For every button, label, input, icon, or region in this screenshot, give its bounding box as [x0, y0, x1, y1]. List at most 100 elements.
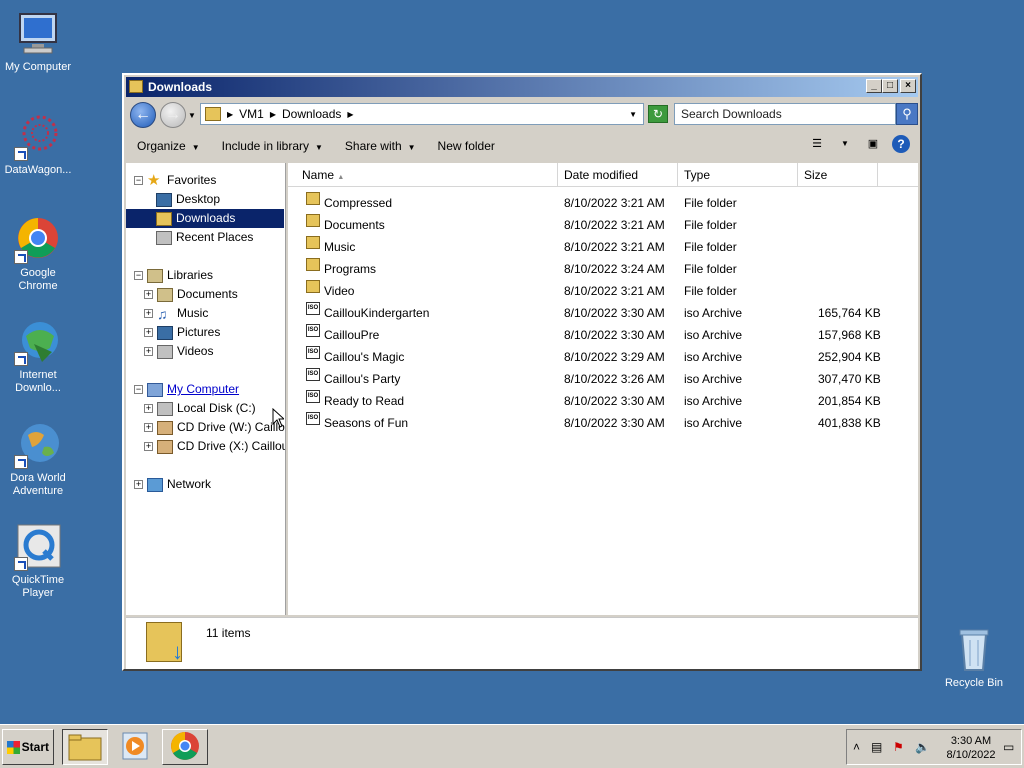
title-bar[interactable]: Downloads _ □ × [126, 77, 918, 97]
file-row[interactable]: Documents 8/10/2022 3:21 AM File folder [288, 214, 918, 236]
chevron-right-icon[interactable]: ▶ [227, 110, 233, 119]
downloads-folder-icon [156, 211, 172, 226]
forward-button[interactable]: → [160, 102, 186, 128]
nav-videos[interactable]: + Videos [144, 342, 213, 361]
nav-music[interactable]: + ♫ Music [144, 304, 208, 323]
iso-file-icon: ISO [306, 390, 320, 403]
address-dropdown-icon[interactable]: ▼ [629, 110, 637, 119]
chrome-icon [171, 732, 199, 760]
recent-pages-dropdown-icon[interactable]: ▼ [188, 111, 196, 120]
desktop-icon-quicktime-player[interactable]: QuickTime Player [0, 523, 76, 600]
file-row[interactable]: ISO CaillouPre 8/10/2022 3:30 AM iso Archiv… [288, 324, 918, 346]
navigation-pane[interactable]: − ★ Favorites Desktop Downloads Recent Pla… [126, 163, 286, 615]
file-row[interactable]: Video 8/10/2022 3:21 AM File folder [288, 280, 918, 302]
nav-my-computer[interactable]: − My Computer [134, 380, 239, 399]
nav-documents[interactable]: + Documents [144, 285, 238, 304]
folder-icon [205, 107, 221, 121]
nav-pictures[interactable]: + Pictures [144, 323, 220, 342]
file-row[interactable]: Music 8/10/2022 3:21 AM File folder [288, 236, 918, 258]
collapse-icon[interactable]: − [134, 271, 143, 280]
network-status-icon[interactable]: ▤ [871, 740, 882, 754]
iso-file-icon: ISO [306, 324, 320, 337]
taskbar-chrome-button[interactable] [162, 729, 208, 765]
file-list[interactable]: Name ▲ Date modified Type Size Compresse… [288, 163, 918, 615]
search-button[interactable]: ⚲ [896, 103, 918, 125]
preview-pane-icon[interactable]: ▣ [864, 135, 882, 153]
chevron-right-icon[interactable]: ▶ [347, 110, 353, 119]
maximize-button[interactable]: □ [882, 79, 898, 93]
nav-recent-places[interactable]: Recent Places [156, 228, 253, 247]
explorer-window[interactable]: Downloads _ □ × ← → ▼ ▶ VM1 ▶ Downloads … [122, 73, 922, 671]
file-row[interactable]: ISO CaillouKindergarten 8/10/2022 3:30 AM i… [288, 302, 918, 324]
include-in-library-button[interactable]: Include in library ▼ [211, 135, 334, 157]
desktop-icon-internet-download[interactable]: Internet Downlo... [0, 318, 76, 395]
view-dropdown-icon[interactable]: ▼ [836, 135, 854, 153]
column-name[interactable]: Name ▲ [288, 163, 558, 187]
file-row[interactable]: ISO Caillou's Party 8/10/2022 3:26 AM iso A… [288, 368, 918, 390]
share-label: Share with [344, 139, 402, 153]
collapse-icon[interactable]: − [134, 385, 143, 394]
view-options-icon[interactable]: ☰ [808, 135, 826, 153]
desktop-icon-recycle-bin[interactable]: Recycle Bin [936, 626, 1012, 690]
expand-icon[interactable]: + [144, 347, 153, 356]
back-button[interactable]: ← [130, 102, 156, 128]
expand-icon[interactable]: + [144, 423, 153, 432]
taskbar-media-player-button[interactable] [112, 729, 158, 765]
folder-icon [306, 214, 320, 227]
file-row[interactable]: ISO Ready to Read 8/10/2022 3:30 AM iso Arc… [288, 390, 918, 412]
new-folder-button[interactable]: New folder [427, 135, 506, 157]
expand-icon[interactable]: + [144, 309, 153, 318]
media-player-icon [122, 732, 148, 760]
show-desktop-icon[interactable]: ▭ [1003, 740, 1014, 754]
breadcrumb-downloads[interactable]: Downloads [282, 107, 341, 121]
file-row[interactable]: ISO Seasons of Fun 8/10/2022 3:30 AM iso Ar… [288, 412, 918, 434]
chevron-right-icon[interactable]: ▶ [270, 110, 276, 119]
collapse-icon[interactable]: − [134, 176, 143, 185]
nav-favorites[interactable]: − ★ Favorites [134, 171, 216, 190]
nav-libraries[interactable]: − Libraries [134, 266, 213, 285]
file-row[interactable]: Compressed 8/10/2022 3:21 AM File folder [288, 192, 918, 214]
column-type[interactable]: Type [678, 163, 798, 187]
desktop-icon-datawagon[interactable]: DataWagon... [0, 113, 76, 177]
nav-network[interactable]: + Network [134, 475, 211, 494]
desktop-icon-label-line1: Dora World [10, 472, 66, 484]
shortcut-arrow-icon [14, 557, 28, 571]
close-button[interactable]: × [900, 79, 916, 93]
videos-icon [157, 344, 173, 359]
desktop-icon-label: My Computer [4, 61, 72, 73]
organize-button[interactable]: Organize ▼ [126, 135, 211, 157]
search-input[interactable]: Search Downloads [674, 103, 896, 125]
share-with-button[interactable]: Share with ▼ [334, 135, 427, 157]
library-icon [147, 268, 163, 283]
volume-icon[interactable]: 🔈 [915, 740, 930, 754]
window-title: Downloads [148, 80, 213, 94]
show-hidden-icons-icon[interactable]: ˄ [853, 740, 860, 754]
nav-cd-drive-x[interactable]: + CD Drive (X:) Caillou's [144, 437, 285, 456]
taskbar-explorer-button[interactable] [62, 729, 108, 765]
file-row[interactable]: ISO Caillou's Magic 8/10/2022 3:29 AM iso A… [288, 346, 918, 368]
action-center-icon[interactable]: ⚑ [893, 740, 904, 754]
nav-cd-drive-w[interactable]: +CD Drive (W:) Caillou's [144, 418, 285, 437]
folder-icon [129, 80, 143, 93]
column-size[interactable]: Size [798, 163, 878, 187]
clock[interactable]: 3:30 AM 8/10/2022 [943, 734, 999, 762]
start-button[interactable]: Start [2, 729, 54, 765]
column-date-modified[interactable]: Date modified [558, 163, 678, 187]
expand-icon[interactable]: + [134, 480, 143, 489]
refresh-button[interactable]: ↻ [648, 105, 668, 123]
address-field[interactable]: ▶ VM1 ▶ Downloads ▶ ▼ [200, 103, 644, 125]
help-icon[interactable]: ? [892, 135, 910, 153]
nav-local-disk[interactable]: + Local Disk (C:) [144, 399, 256, 418]
desktop-icon-dora-world-adventure[interactable]: Dora World Adventure [0, 421, 76, 498]
file-row[interactable]: Programs 8/10/2022 3:24 AM File folder [288, 258, 918, 280]
minimize-button[interactable]: _ [866, 79, 882, 93]
breadcrumb-vm1[interactable]: VM1 [239, 107, 264, 121]
desktop-icon-google-chrome[interactable]: Google Chrome [0, 216, 76, 293]
expand-icon[interactable]: + [144, 442, 153, 451]
expand-icon[interactable]: + [144, 404, 153, 413]
nav-desktop[interactable]: Desktop [156, 190, 220, 209]
desktop-icon-my-computer[interactable]: My Computer [0, 10, 76, 74]
nav-downloads[interactable]: Downloads [126, 209, 284, 228]
expand-icon[interactable]: + [144, 328, 153, 337]
expand-icon[interactable]: + [144, 290, 153, 299]
